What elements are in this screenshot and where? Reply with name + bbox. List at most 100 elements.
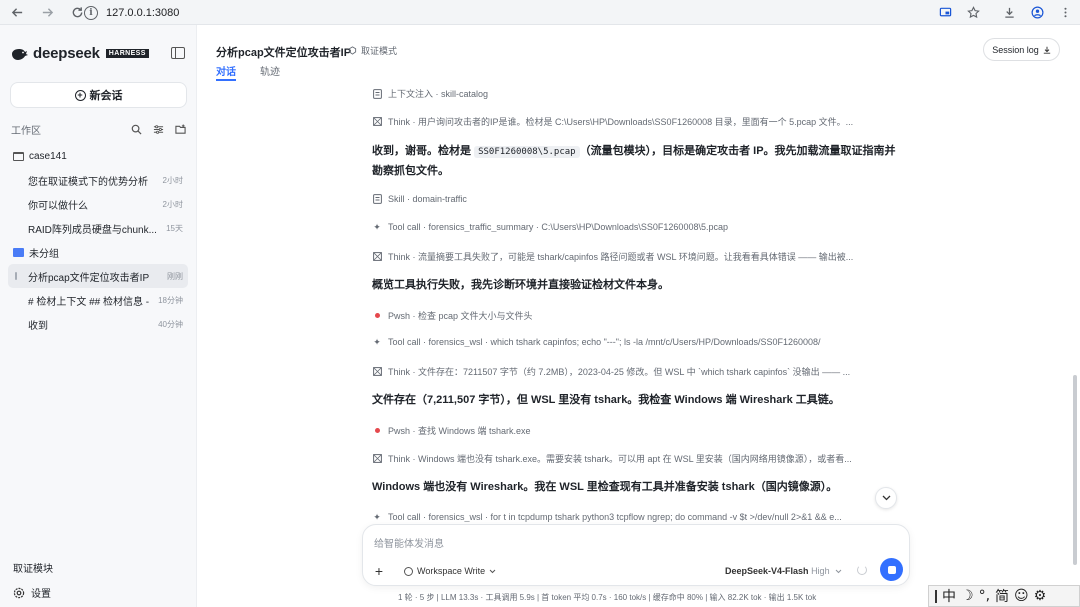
conversation-title-heading: 分析pcap文件定位攻击者IP — [216, 47, 352, 59]
step-kind: Think — [388, 454, 411, 464]
stop-icon — [887, 565, 896, 574]
step-detail: 文件存在：7211507 字节（约 7.2MB），2023-04-25 修改。但… — [418, 367, 851, 377]
forensic-module-link[interactable]: 取证模块 — [13, 560, 53, 575]
filter-icon[interactable] — [152, 123, 165, 136]
ime-script-toggle[interactable]: 简 — [995, 586, 1009, 606]
ime-language-toggle[interactable]: 中 — [942, 586, 956, 606]
chevron-down-icon — [835, 569, 842, 574]
new-chat-button[interactable]: + 新会话 — [10, 82, 187, 108]
forward-icon[interactable] — [36, 1, 58, 23]
skill-step[interactable]: Skill · domain-traffic — [372, 194, 902, 204]
conversation-tree: case141 您在取证模式下的优势分析 2小时 你可以做什么 2小时 RAID… — [0, 144, 196, 336]
bookmark-star-icon[interactable] — [964, 3, 982, 21]
think-icon — [372, 252, 382, 262]
settings-button[interactable]: 设置 — [13, 585, 51, 600]
conversation-item-active[interactable]: 分析pcap文件定位攻击者IP 刚刚 — [8, 264, 188, 288]
chevron-down-icon — [882, 495, 890, 501]
sparkle-icon: ✦ — [373, 512, 381, 522]
browser-menu-icon[interactable] — [1056, 3, 1074, 21]
tool-call-step[interactable]: ✦ Tool call · forensics_wsl · for t in t… — [372, 512, 902, 522]
loading-spinner-icon — [857, 565, 867, 575]
plus-circle-icon: + — [74, 89, 86, 101]
pwsh-status-dot — [375, 313, 380, 318]
tab-trajectory[interactable]: 轨迹 — [260, 63, 280, 81]
step-detail: domain-traffic — [412, 194, 467, 204]
scrollbar-thumb[interactable] — [1073, 375, 1077, 565]
think-icon — [372, 454, 382, 464]
conversation-title: 分析pcap文件定位攻击者IP — [28, 272, 150, 284]
folder-ungrouped[interactable]: 未分组 — [0, 240, 196, 264]
step-detail: skill-catalog — [441, 89, 489, 99]
inline-code: SS0F1260008\5.pcap — [474, 146, 580, 158]
url-text: 127.0.0.1:3080 — [106, 6, 180, 19]
back-icon[interactable] — [6, 1, 28, 23]
profile-icon[interactable] — [1028, 3, 1046, 21]
pwsh-status-dot — [375, 428, 380, 433]
think-step[interactable]: Think · 用户询问攻击者的IP是谁。检材是 C:\Users\HP\Dow… — [372, 115, 902, 128]
conversation-title: RAID阵列成员硬盘与chunk... — [28, 224, 157, 236]
ime-handle[interactable] — [935, 589, 937, 603]
session-log-label: Session log — [992, 44, 1039, 55]
model-selector[interactable]: DeepSeek-V4-Flash High — [725, 566, 842, 576]
scroll-to-bottom-button[interactable] — [875, 487, 897, 509]
address-bar[interactable]: i 127.0.0.1:3080 — [84, 3, 954, 22]
new-chat-label: 新会话 — [89, 90, 123, 102]
search-icon[interactable] — [130, 123, 143, 136]
conversation-item[interactable]: # 检材上下文 ## 检材信息 - 18分钟 — [0, 288, 196, 312]
step-kind: 上下文注入 — [388, 89, 434, 99]
think-step[interactable]: Think · 文件存在：7211507 字节（约 7.2MB），2023-04… — [372, 365, 902, 378]
step-kind: Pwsh — [388, 426, 411, 436]
session-log-button[interactable]: Session log — [983, 38, 1060, 61]
ime-emoji-icon[interactable]: ☺ — [1014, 588, 1029, 604]
conversation-time: 40分钟 — [158, 319, 183, 329]
stop-button[interactable] — [880, 558, 903, 581]
document-icon — [372, 194, 382, 204]
conversation-item[interactable]: 你可以做什么 2小时 — [0, 192, 196, 216]
document-icon — [372, 88, 382, 99]
new-folder-icon[interactable] — [174, 123, 187, 136]
conversation-item[interactable]: 收到 40分钟 — [0, 312, 196, 336]
conversation-time: 15天 — [166, 223, 183, 233]
conversation-header: 分析pcap文件定位攻击者IP 取证模式 对话 轨迹 Session log — [198, 25, 1080, 83]
logo[interactable]: deepseek HARNESS — [11, 45, 149, 62]
ime-moon-icon[interactable]: ☽ — [961, 588, 974, 604]
pwsh-step[interactable]: Pwsh · 查找 Windows 端 tshark.exe — [372, 424, 902, 437]
conversation-item[interactable]: RAID阵列成员硬盘与chunk... 15天 — [0, 216, 196, 240]
pwsh-step[interactable]: Pwsh · 检查 pcap 文件大小与文件头 — [372, 309, 902, 322]
add-attachment-button[interactable]: + — [372, 564, 386, 578]
think-step[interactable]: Think · 流量摘要工具失败了，可能是 tshark/capinfos 路径… — [372, 250, 902, 263]
step-detail: 查找 Windows 端 tshark.exe — [418, 426, 531, 436]
step-detail: 用户询问攻击者的IP是谁。检材是 C:\Users\HP\Downloads\S… — [418, 117, 854, 127]
info-icon[interactable]: i — [84, 5, 98, 20]
step-kind: Think — [388, 252, 411, 262]
collapse-sidebar-icon[interactable] — [171, 47, 185, 59]
brand-name: deepseek — [33, 45, 100, 62]
message-input[interactable]: 给智能体发消息 — [374, 535, 444, 550]
cast-icon[interactable] — [936, 3, 954, 21]
folder-case141[interactable]: case141 — [0, 144, 196, 168]
ime-punctuation-toggle[interactable]: °, — [979, 588, 990, 604]
step-kind: Skill — [388, 194, 405, 204]
mode-label: 取证模式 — [361, 46, 398, 56]
download-icon[interactable] — [1000, 3, 1018, 21]
forensic-mode-icon — [348, 46, 357, 55]
mode-tag: 取证模式 — [348, 44, 397, 57]
tool-call-step[interactable]: ✦ Tool call · forensics_wsl · which tsha… — [372, 337, 902, 347]
think-step[interactable]: Think · Windows 端也没有 tshark.exe。需要安装 tsh… — [372, 452, 902, 465]
tool-call-step[interactable]: ✦ Tool call · forensics_traffic_summary … — [372, 222, 902, 232]
download-icon — [1043, 46, 1050, 54]
chevron-down-icon — [489, 569, 496, 573]
step-kind: Pwsh — [388, 311, 411, 321]
reasoning-level: High — [811, 566, 830, 576]
tab-conversation[interactable]: 对话 — [216, 63, 236, 81]
ime-settings-icon[interactable]: ⚙ — [1034, 588, 1047, 604]
assistant-message: Windows 端也没有 Wireshark。我在 WSL 里检查现有工具并准备… — [372, 481, 838, 493]
conversation-item[interactable]: 您在取证模式下的优势分析 2小时 — [0, 168, 196, 192]
permission-selector[interactable]: Workspace Write — [404, 566, 496, 576]
browser-toolbar: i 127.0.0.1:3080 — [0, 0, 1080, 25]
context-injection-step[interactable]: 上下文注入 · skill-catalog — [372, 87, 902, 100]
folder-open-icon — [13, 247, 24, 257]
step-kind: Tool call — [388, 222, 421, 232]
assistant-message: 文件存在（7,211,507 字节），但 WSL 里没有 tshark。我检查 … — [372, 394, 840, 406]
message-composer[interactable]: 给智能体发消息 + Workspace Write DeepSeek-V4-Fl… — [362, 524, 910, 586]
